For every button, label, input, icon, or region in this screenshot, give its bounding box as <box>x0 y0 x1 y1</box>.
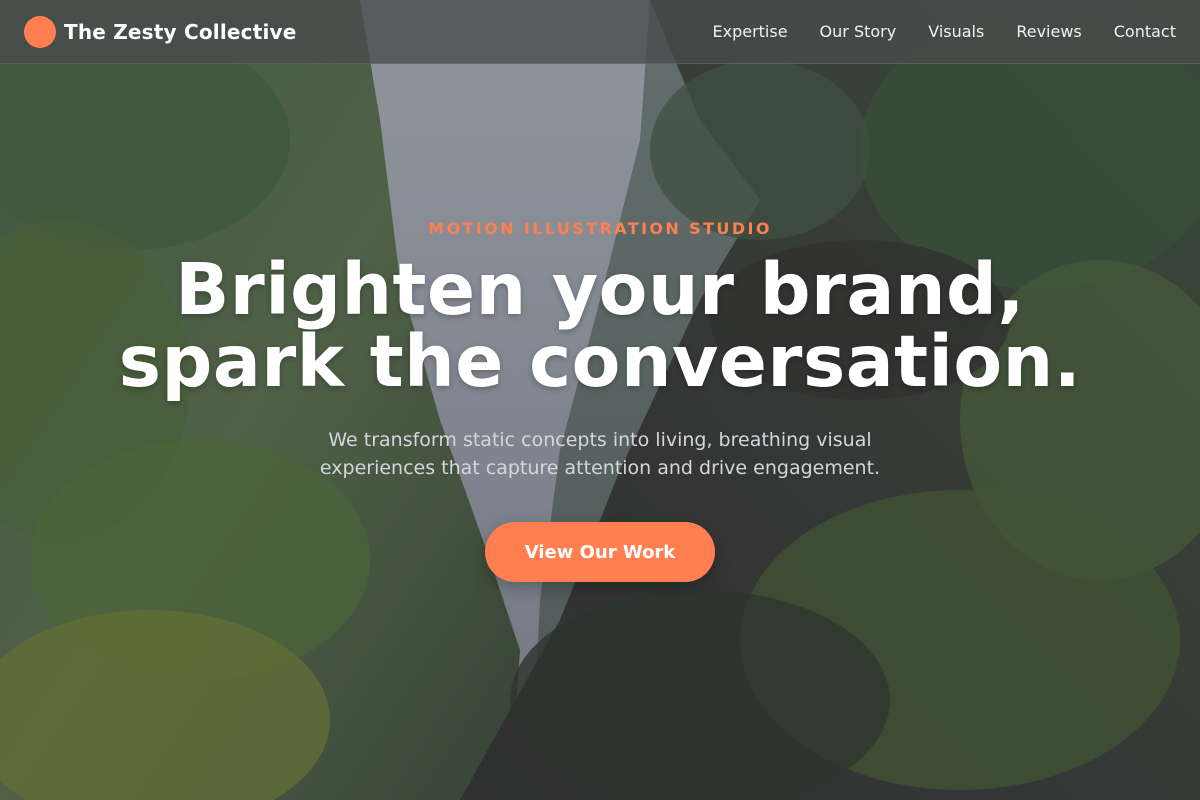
brand-name: The Zesty Collective <box>64 19 297 44</box>
hero-subtext-line-1: We transform static concepts into living… <box>328 429 872 451</box>
nav-link-reviews[interactable]: Reviews <box>1016 22 1081 41</box>
hero-subtext: We transform static concepts into living… <box>290 426 910 482</box>
view-our-work-button[interactable]: View Our Work <box>485 522 715 582</box>
hero-eyebrow: MOTION ILLUSTRATION STUDIO <box>428 219 772 238</box>
page: The Zesty Collective Expertise Our Story… <box>0 0 1200 800</box>
hero-headline-line-2: spark the conversation. <box>118 320 1082 403</box>
hero-headline-line-1: Brighten your brand, <box>175 248 1025 331</box>
circle-logo-icon <box>24 15 56 48</box>
hero-subtext-line-2: experiences that capture attention and d… <box>319 457 881 479</box>
main-nav: Expertise Our Story Visuals Reviews Cont… <box>712 22 1176 41</box>
nav-link-our-story[interactable]: Our Story <box>820 22 897 41</box>
brand-home-link[interactable]: The Zesty Collective <box>24 15 297 48</box>
nav-link-visuals[interactable]: Visuals <box>928 22 984 41</box>
nav-link-expertise[interactable]: Expertise <box>712 22 787 41</box>
nav-link-contact[interactable]: Contact <box>1114 22 1176 41</box>
hero-section: MOTION ILLUSTRATION STUDIO Brighten your… <box>0 64 1200 800</box>
top-navigation-bar: The Zesty Collective Expertise Our Story… <box>0 0 1200 64</box>
hero-headline: Brighten your brand, spark the conversat… <box>0 254 1200 398</box>
